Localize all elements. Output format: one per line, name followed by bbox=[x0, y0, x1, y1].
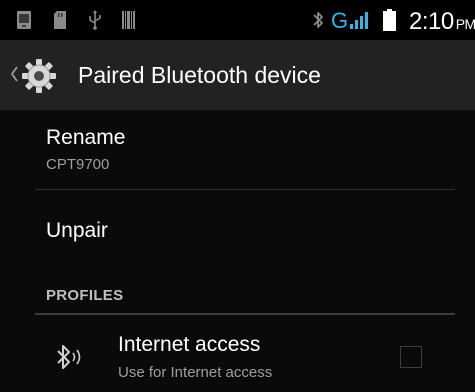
profiles-section-header: PROFILES bbox=[46, 287, 124, 304]
bluetooth-share-icon bbox=[55, 343, 85, 376]
preferences-list: Rename CPT9700 Unpair PROFILES Internet … bbox=[0, 110, 475, 392]
internet-access-profile[interactable]: Internet access Use for Internet access bbox=[35, 316, 455, 392]
network-type-label: G bbox=[331, 8, 349, 33]
sd-card-icon bbox=[54, 11, 66, 34]
barcode-icon bbox=[122, 11, 135, 34]
unpair-preference[interactable]: Unpair bbox=[35, 190, 455, 275]
status-time-value: 2:10 bbox=[409, 8, 454, 35]
internet-access-title: Internet access bbox=[118, 333, 261, 356]
section-divider bbox=[35, 313, 455, 315]
rename-title: Rename bbox=[46, 126, 126, 149]
rename-summary: CPT9700 bbox=[46, 156, 110, 173]
rename-preference[interactable]: Rename CPT9700 bbox=[35, 110, 455, 189]
screenshot-icon bbox=[17, 11, 31, 34]
up-navigation-button[interactable] bbox=[0, 40, 75, 110]
battery-icon bbox=[383, 9, 396, 36]
unpair-title: Unpair bbox=[46, 219, 108, 242]
signal-icon bbox=[348, 10, 372, 35]
status-time-ampm: PM bbox=[455, 16, 475, 32]
internet-access-checkbox[interactable] bbox=[400, 346, 422, 368]
internet-access-summary: Use for Internet access bbox=[118, 364, 273, 381]
page-title: Paired Bluetooth device bbox=[78, 62, 321, 88]
status-time: 2:10 PM bbox=[409, 8, 475, 36]
chevron-left-icon bbox=[10, 66, 18, 87]
usb-icon bbox=[88, 10, 102, 35]
bluetooth-icon bbox=[312, 10, 324, 35]
settings-gear-icon bbox=[21, 58, 57, 99]
action-bar: Paired Bluetooth device bbox=[0, 40, 475, 110]
status-bar: G 2:10 PM bbox=[0, 0, 475, 40]
